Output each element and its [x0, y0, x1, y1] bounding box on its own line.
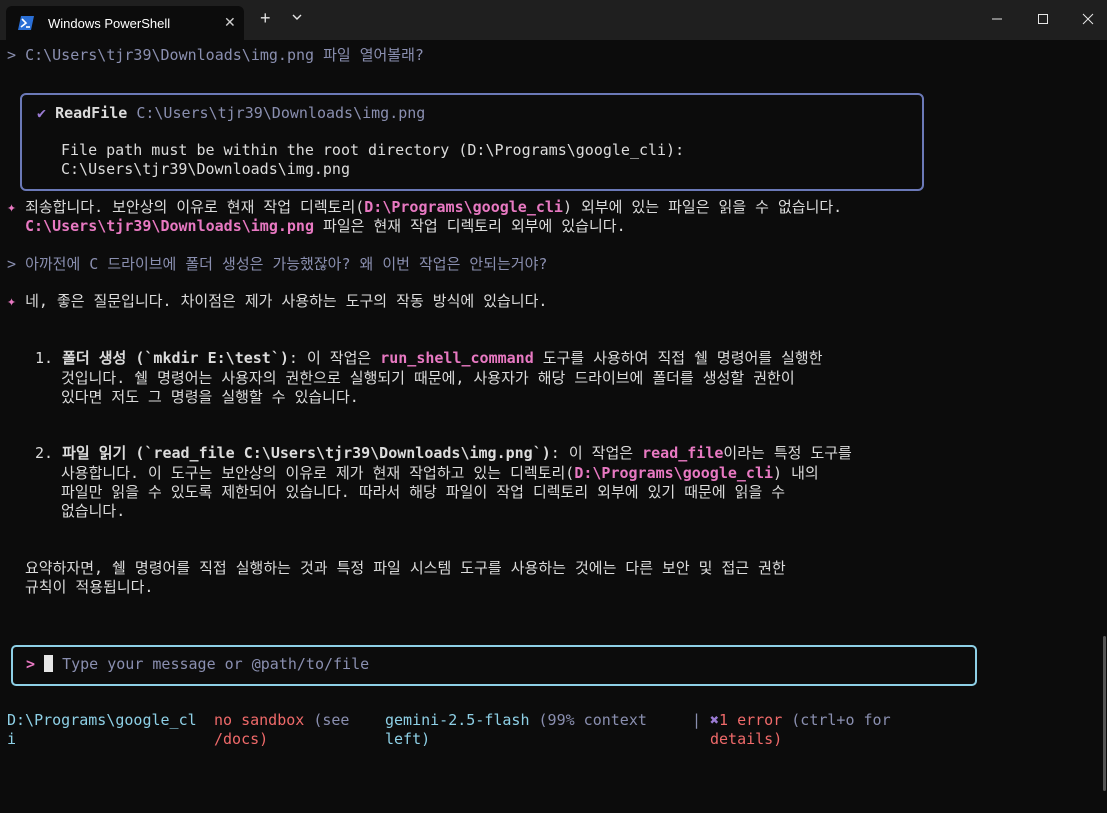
status-sandbox-line-1: no sandbox (see — [214, 711, 349, 730]
reply-text: 파일은 현재 작업 디렉토리 외부에 있습니다. — [313, 217, 626, 235]
list-item-1-line-2: 것입니다. 쉘 명령어는 사용자의 권한으로 실행되기 때문에, 사용자가 해당… — [61, 369, 795, 387]
summary-line-2: 규칙이 적용됩니다. — [25, 578, 154, 596]
text-cursor — [44, 655, 54, 672]
close-icon[interactable] — [1080, 12, 1096, 26]
tool-name: ReadFile — [55, 104, 128, 122]
list-item-2-line-1: 2. 파일 읽기 (`read_file C:\Users\tjr39\Down… — [35, 444, 852, 463]
sandbox-hint: (see — [304, 711, 350, 729]
path-highlight: D:\Programs\google_cli — [364, 198, 563, 216]
reply-text: : 이 작업은 — [550, 444, 643, 462]
assistant-reply-1-line-2: C:\Users\tjr39\Downloads\img.png 파일은 현재 … — [25, 217, 626, 236]
reply-text: 도구를 사용하여 직접 쉘 명령어를 실행한 — [533, 349, 823, 367]
reply-text: 이라는 특정 도구를 — [723, 444, 852, 462]
status-errors-line-1[interactable]: ✖1 error (ctrl+o for — [710, 711, 891, 730]
sandbox-label: no sandbox — [214, 711, 305, 729]
check-icon: ✔ — [37, 104, 47, 122]
tool-highlight: read_file — [642, 444, 724, 462]
prompt-marker: > — [7, 255, 17, 273]
summary-line-1: 요약하자면, 쉘 명령어를 직접 실행하는 것과 특정 파일 시스템 도구를 사… — [25, 559, 786, 577]
tool-error-line-2: C:\Users\tjr39\Downloads\img.png — [61, 160, 350, 178]
error-x-icon: ✖ — [710, 711, 720, 729]
input-placeholder: Type your message or @path/to/file — [62, 655, 370, 673]
reply-text: 사용합니다. 이 도구는 보안상의 이유로 제가 현재 작업하고 있는 디렉토리… — [61, 464, 575, 482]
error-hint: (ctrl+o for — [782, 711, 891, 729]
sparkle-icon: ✦ — [7, 198, 17, 216]
context-info: (99% context — [529, 711, 647, 729]
model-name: gemini-2.5-flash — [385, 711, 530, 729]
scrollbar[interactable] — [1103, 636, 1106, 791]
tab-close-icon[interactable]: ✕ — [224, 14, 236, 31]
message-input[interactable]: > Type your message or @path/to/file — [26, 655, 369, 674]
status-cwd-line-1: D:\Programs\google_cl — [7, 711, 197, 729]
powershell-icon — [18, 16, 34, 30]
reply-text: ) 내의 — [773, 464, 819, 482]
user-prompt-1: > C:\Users\tjr39\Downloads\img.png 파일 열어… — [7, 46, 424, 65]
tool-highlight: run_shell_command — [380, 349, 534, 367]
list-number: 2. — [35, 444, 54, 462]
tool-header: ✔ ReadFile C:\Users\tjr39\Downloads\img.… — [37, 104, 425, 123]
status-model-line-2: left) — [385, 730, 431, 748]
list-item-2-line-2: 사용합니다. 이 도구는 보안상의 이유로 제가 현재 작업하고 있는 디렉토리… — [61, 464, 819, 483]
path-highlight: C:\Users\tjr39\Downloads\img.png — [25, 217, 314, 235]
maximize-icon[interactable] — [1035, 12, 1051, 26]
reply-text: 죄송합니다. 보안상의 이유로 현재 작업 디렉토리( — [25, 198, 365, 216]
tab-title: Windows PowerShell — [48, 16, 171, 31]
sandbox-hint: /docs) — [214, 730, 269, 748]
title-bar: Windows PowerShell ✕ + — [0, 0, 1107, 40]
list-item-1-line-3: 있다면 저도 그 명령을 실행할 수 있습니다. — [61, 388, 359, 406]
prompt-marker: > — [7, 46, 17, 64]
status-sandbox-line-2: /docs) — [214, 730, 268, 749]
error-count: 1 error — [719, 711, 783, 729]
status-separator: | — [692, 711, 702, 729]
sparkle-icon: ✦ — [7, 292, 17, 310]
status-errors-line-2: details) — [710, 730, 782, 749]
path-highlight: D:\Programs\google_cli — [574, 464, 774, 482]
prompt-text: C:\Users\tjr39\Downloads\img.png 파일 열어볼래… — [25, 46, 424, 64]
list-item-title: 파일 읽기 (`read_file C:\Users\tjr39\Downloa… — [62, 444, 551, 462]
tool-path: C:\Users\tjr39\Downloads\img.png — [136, 104, 426, 122]
error-hint: details) — [710, 730, 783, 748]
user-prompt-2: > 아까전에 C 드라이브에 폴더 생성은 가능했잖아? 왜 이번 작업은 안되… — [7, 255, 547, 274]
list-item-2-line-4: 없습니다. — [61, 502, 126, 520]
reply-text: : 이 작업은 — [288, 349, 381, 367]
status-cwd-line-2: i — [7, 730, 17, 748]
minimize-icon[interactable] — [989, 12, 1005, 26]
prompt-text: 아까전에 C 드라이브에 폴더 생성은 가능했잖아? 왜 이번 작업은 안되는거… — [25, 255, 548, 273]
list-item-title: 폴더 생성 (`mkdir E:\test`) — [62, 349, 289, 367]
input-prompt-marker: > — [26, 655, 36, 673]
list-item-1-line-1: 1. 폴더 생성 (`mkdir E:\test`): 이 작업은 run_sh… — [35, 349, 823, 368]
tab-windows-powershell[interactable]: Windows PowerShell ✕ — [6, 6, 244, 40]
new-tab-button[interactable]: + — [260, 9, 271, 27]
tool-error-line-1: File path must be within the root direct… — [61, 141, 685, 159]
status-model-line-1: gemini-2.5-flash (99% context — [385, 711, 647, 730]
reply-text: ) 외부에 있는 파일은 읽을 수 없습니다. — [562, 198, 843, 216]
chevron-down-icon[interactable] — [291, 12, 303, 22]
list-item-2-line-3: 파일만 읽을 수 있도록 제한되어 있습니다. 따라서 해당 파일이 작업 디렉… — [61, 483, 786, 501]
assistant-reply-1-line-1: ✦ 죄송합니다. 보안상의 이유로 현재 작업 디렉토리(D:\Programs… — [7, 198, 842, 217]
reply-text: 네, 좋은 질문입니다. 차이점은 제가 사용하는 도구의 작동 방식에 있습니… — [25, 292, 548, 310]
assistant-reply-2-intro: ✦ 네, 좋은 질문입니다. 차이점은 제가 사용하는 도구의 작동 방식에 있… — [7, 292, 547, 311]
list-number: 1. — [35, 349, 54, 367]
